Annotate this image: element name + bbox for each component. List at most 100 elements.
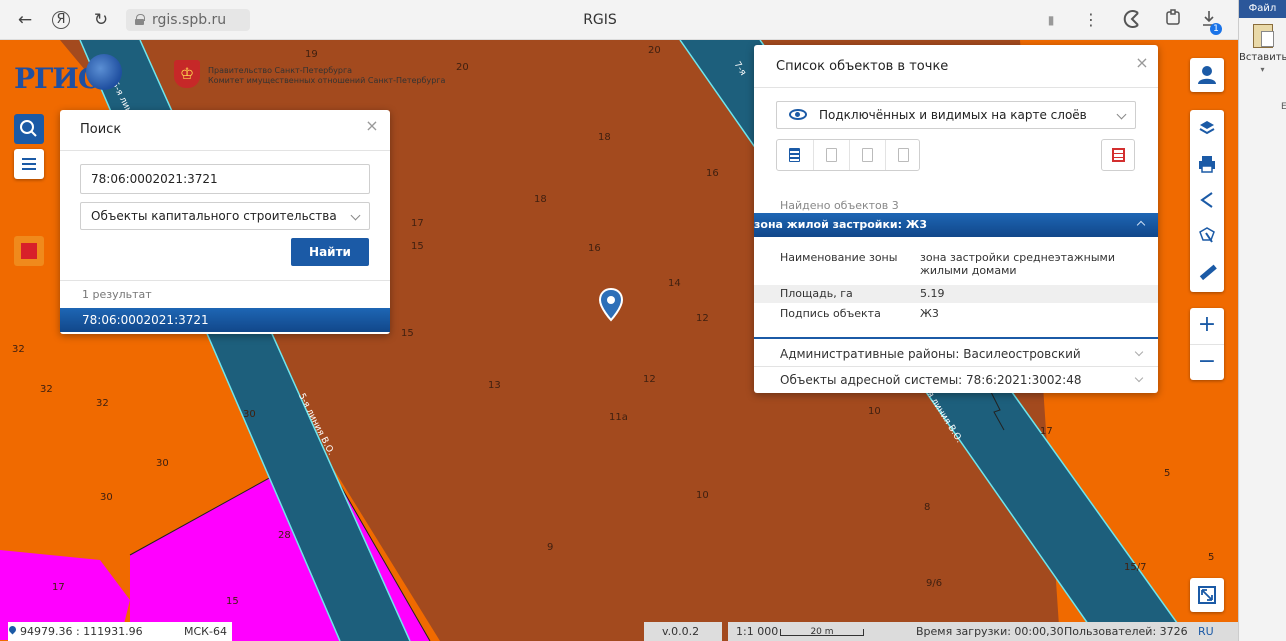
search-panel-title: Поиск (80, 122, 122, 137)
paste-icon (1252, 24, 1274, 48)
table-icon (826, 148, 837, 162)
chevron-down-icon (1134, 347, 1144, 357)
list-icon (789, 148, 800, 162)
chevron-down-icon (1134, 373, 1144, 383)
committee-line: Комитет имущественных отношений Санкт-Пе… (208, 76, 446, 85)
object-type-select[interactable]: Объекты капитального строительства (80, 202, 370, 230)
document-view-button[interactable] (885, 140, 921, 170)
spb-layer-button[interactable] (14, 236, 44, 266)
parcel-label: 20 (456, 62, 469, 73)
table-view-button[interactable] (813, 140, 849, 170)
parcel-label: 18 (534, 194, 547, 205)
close-icon[interactable]: × (1132, 53, 1152, 73)
parcel-label: 11а (609, 412, 628, 423)
property-row: Наименование зоны зона застройки среднеэ… (754, 251, 1158, 281)
share-button[interactable] (1190, 182, 1224, 218)
scale-info: 1:1 000 20 m Время загрузки: 00:00,30 По… (728, 622, 1238, 641)
alice-icon[interactable] (1122, 9, 1144, 31)
search-input[interactable] (80, 164, 370, 194)
objects-panel-title: Список объектов в точке (776, 59, 949, 74)
search-result-item[interactable]: 78:06:0002021:3721 (60, 308, 390, 332)
back-icon[interactable]: ← (14, 9, 36, 31)
bookmark-icon[interactable]: ▮ (1040, 9, 1062, 31)
layers-select[interactable]: Подключённых и видимых на карте слоёв (776, 101, 1136, 129)
map-canvas[interactable]: 19 20 20 18 16 18 17 15 16 14 12 15 32 3… (0, 40, 1238, 641)
question-doc-icon (862, 148, 873, 162)
rgis-logo[interactable]: РГИС ♔ Правительство Санкт-Петербурга Ко… (14, 50, 454, 100)
report-button[interactable] (1101, 139, 1135, 171)
select-area-button[interactable] (1190, 218, 1224, 254)
language-selector[interactable]: RU (1198, 622, 1214, 641)
government-line: Правительство Санкт-Петербурга (208, 66, 353, 75)
share-icon (1200, 192, 1213, 208)
zoom-in-button[interactable]: + (1190, 308, 1224, 344)
location-pin-icon[interactable] (598, 288, 624, 322)
info-view-button[interactable] (849, 140, 885, 170)
property-value: зона застройки среднеэтажными жилыми дом… (920, 251, 1115, 277)
yandex-icon[interactable]: Я (52, 11, 70, 29)
paste-button[interactable]: Вставить ▾ (1239, 24, 1286, 74)
reload-icon[interactable]: ↻ (90, 9, 112, 31)
zone-section-header[interactable]: зона жилой застройки: Ж3 (754, 213, 1158, 237)
find-button[interactable]: Найти (291, 238, 369, 266)
crs-selector[interactable]: МСК-64 (184, 622, 227, 641)
print-icon (1199, 156, 1215, 173)
fullscreen-button[interactable] (1190, 578, 1224, 612)
browser-menu-icon[interactable]: ⋮ (1080, 9, 1102, 31)
pin-icon (7, 624, 18, 635)
parcel-label: 20 (648, 45, 661, 56)
flag-icon (21, 243, 37, 259)
parcel-label: 17 (52, 582, 65, 593)
parcel-label: 10 (696, 490, 709, 501)
layers-select-value: Подключённых и видимых на карте слоёв (819, 108, 1087, 122)
zoom-out-button[interactable]: − (1190, 344, 1224, 380)
lock-icon (135, 14, 145, 25)
page-title: RGIS (583, 12, 617, 28)
view-mode-toolbar (776, 139, 920, 171)
version-label: v.0.0.2 (644, 622, 722, 641)
search-button[interactable] (14, 114, 44, 144)
zoom-controls: + − (1190, 308, 1224, 380)
zone-section-title: зона жилой застройки: Ж3 (754, 218, 927, 231)
parcel-label: 17 (1040, 426, 1053, 437)
chevron-down-icon (350, 210, 361, 221)
ruler-icon (1199, 264, 1217, 281)
office-file-tab[interactable]: Файл (1239, 0, 1286, 18)
accordion-item-addresses[interactable]: Объекты адресной системы: 78:6:2021:3002… (754, 367, 1158, 393)
layers-button[interactable] (1190, 110, 1224, 146)
property-key: Площадь, га (780, 287, 853, 300)
parcel-label: 8 (924, 502, 931, 513)
coordinates-value: 94979.36 : 111931.96 (20, 625, 143, 638)
office-ribbon: Файл Вставить ▾ Е (1238, 0, 1286, 641)
accordion-item-districts[interactable]: Административные районы: Василеостровски… (754, 341, 1158, 367)
parcel-label: 5 (1208, 552, 1215, 563)
address-bar[interactable]: rgis.spb.ru (126, 9, 250, 31)
parcel-label: 12 (696, 313, 709, 324)
parcel-label: 18 (598, 132, 611, 143)
downloads-badge: 1 (1210, 23, 1222, 35)
close-icon[interactable]: × (362, 116, 382, 136)
property-value: Ж3 (920, 307, 939, 320)
url-text: rgis.spb.ru (152, 12, 227, 28)
search-icon (20, 120, 37, 137)
globe-icon (86, 54, 122, 90)
parcel-label: 10 (868, 406, 881, 417)
scale-value: 1:1 000 (736, 625, 779, 638)
parcel-label: 30 (156, 458, 169, 469)
user-button[interactable] (1190, 58, 1224, 92)
parcel-label: 16 (588, 243, 601, 254)
result-count: 1 результат (82, 288, 152, 301)
extensions-icon[interactable] (1162, 9, 1184, 31)
browser-toolbar: ← Я ↻ rgis.spb.ru RGIS ▮ ⋮ 1 (0, 0, 1238, 40)
eye-icon (789, 109, 807, 120)
property-row: Подпись объекта Ж3 (754, 305, 1158, 323)
list-view-button[interactable] (777, 140, 813, 170)
parcel-label: 16 (706, 168, 719, 179)
parcel-label: 15 (401, 328, 414, 339)
print-button[interactable] (1190, 146, 1224, 182)
menu-button[interactable] (14, 149, 44, 179)
measure-button[interactable] (1190, 254, 1224, 290)
expand-icon (1198, 586, 1216, 604)
accordion-item-label: Объекты адресной системы: 78:6:2021:3002… (780, 373, 1082, 387)
parcel-label: 15/7 (1124, 562, 1147, 573)
